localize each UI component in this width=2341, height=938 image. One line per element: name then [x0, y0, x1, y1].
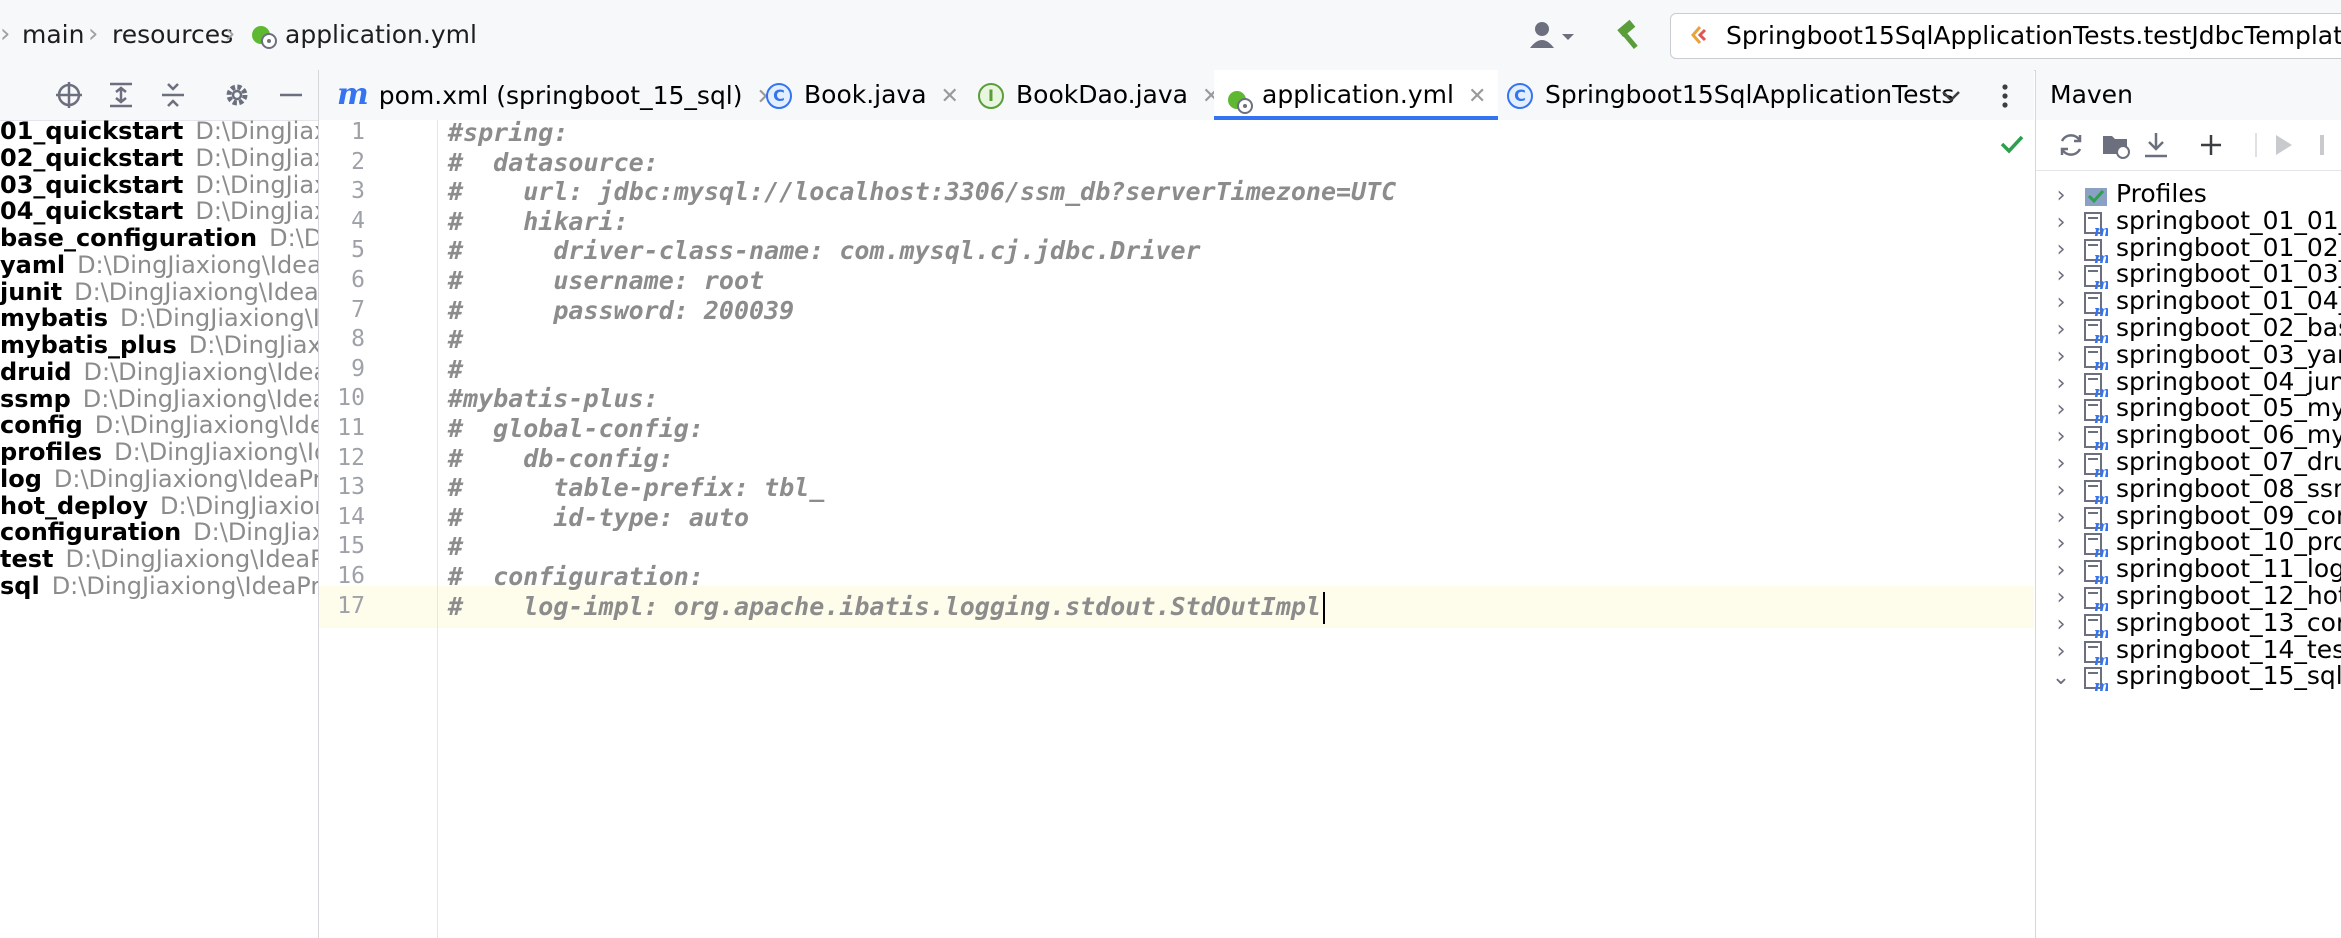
class-icon: C [766, 83, 792, 109]
code-line[interactable]: # global-config: [448, 414, 704, 444]
maven-project-item[interactable]: ⌄ m springboot_15_sql [2036, 656, 2341, 696]
tab-label: pom.xml (springboot_15_sql) [378, 81, 743, 110]
text-caret [1322, 591, 1325, 624]
line-number: 17 [337, 592, 365, 619]
expand-all-icon[interactable] [106, 80, 136, 110]
project-tree-item[interactable]: sql D:\DingJiaxiong\IdeaProjects [0, 566, 318, 606]
line-number: 11 [337, 415, 365, 441]
module-path: D:\DingJiaxiong\IdeaProjects [51, 571, 318, 600]
download-icon[interactable] [2141, 130, 2171, 160]
project-panel: 01_quickstartD:\DingJiaxiong\IdeaProject… [0, 70, 319, 938]
code-line[interactable]: #spring: [448, 118, 568, 148]
more-options-icon[interactable] [1997, 82, 2013, 110]
add-icon[interactable] [2196, 130, 2226, 160]
yaml-file-icon [1226, 82, 1254, 114]
tab-label: Springboot15SqlApplicationTests [1545, 80, 1955, 109]
tab-label: Book.java [804, 80, 927, 109]
code-line[interactable]: # db-config: [448, 444, 674, 474]
line-number: 1 [351, 119, 365, 145]
user-vcs-icon[interactable] [1528, 20, 1580, 50]
breadcrumb-main[interactable]: main [22, 0, 84, 70]
minimize-icon[interactable] [276, 80, 306, 110]
line-number: 10 [337, 385, 365, 412]
code-line[interactable]: # table-prefix: tbl_ [448, 473, 824, 503]
code-line[interactable]: # url: jdbc:mysql://localhost:3306/ssm_d… [448, 177, 1396, 207]
junit-icon [1687, 22, 1713, 48]
breadcrumb-resources[interactable]: resources [112, 0, 233, 70]
divider [2241, 130, 2271, 160]
line-number: 9 [351, 355, 365, 382]
line-number: 2 [351, 148, 365, 175]
navigation-bar: › main › resources › application.yml Spr… [0, 0, 2341, 71]
line-number: 8 [351, 326, 365, 353]
build-hammer-icon[interactable] [1612, 18, 1646, 52]
chevron-right-icon: › [0, 19, 11, 49]
line-number-gutter: 1 2 3 4 5 6 7 8 9 10 11 12 13 14 15 16 17 [319, 119, 438, 938]
code-line[interactable]: # password: 200039 [448, 296, 794, 326]
code-line[interactable]: #mybatis-plus: [448, 384, 659, 414]
maven-module-icon: m [2084, 664, 2110, 695]
code-line[interactable]: # username: root [448, 266, 764, 296]
line-number: 12 [337, 444, 365, 471]
line-number: 7 [351, 296, 365, 323]
code-line[interactable]: # driver-class-name: com.mysql.cj.jdbc.D… [448, 236, 1201, 266]
test-class-icon: C [1507, 83, 1533, 109]
tab-pom-xml[interactable]: mpom.xml (springboot_15_sql)✕ [337, 70, 775, 120]
tab-label: BookDao.java [1016, 80, 1188, 109]
line-number: 16 [337, 563, 365, 589]
svg-text:m: m [2094, 677, 2108, 692]
yaml-file-icon [250, 22, 278, 50]
line-number: 3 [351, 178, 365, 205]
tab-application-yml[interactable]: application.yml ✕ [1214, 70, 1499, 120]
code-editor[interactable]: #spring: # datasource: # url: jdbc:mysql:/… [438, 118, 2034, 938]
line-number: 15 [337, 533, 365, 560]
tab-springboot15-tests[interactable]: C Springboot15SqlApplicationTests [1507, 70, 1977, 120]
tab-label: application.yml [1262, 80, 1454, 109]
code-line[interactable]: # [448, 325, 463, 355]
close-icon[interactable]: ✕ [1468, 84, 1486, 109]
chevron-down-icon[interactable]: ⌄ [2046, 658, 2076, 696]
line-number: 4 [351, 207, 365, 234]
module-name: sql [0, 571, 40, 600]
line-number: 13 [337, 474, 365, 501]
run-configuration-selector[interactable]: Springboot15SqlApplicationTests.testJdbc… [1670, 13, 2341, 59]
locate-target-icon[interactable] [54, 80, 84, 110]
chevron-right-icon: › [225, 19, 236, 49]
maven-toolbar [2036, 120, 2341, 171]
maven-m-icon: m [337, 77, 369, 112]
chevron-down-icon[interactable] [1939, 84, 1963, 108]
folder-reload-icon[interactable] [2101, 130, 2131, 160]
code-line[interactable]: # [448, 532, 463, 562]
tab-book-java[interactable]: C Book.java ✕ [766, 70, 959, 120]
gear-icon[interactable] [222, 80, 252, 110]
code-line[interactable]: # log-impl: org.apache.ibatis.logging.st… [448, 591, 1325, 624]
chevron-right-icon: › [88, 19, 99, 49]
code-line[interactable]: # datasource: [448, 148, 659, 178]
interface-icon: I [978, 83, 1004, 109]
run-icon[interactable] [2268, 130, 2298, 160]
line-number: 6 [351, 267, 365, 293]
check-icon [1998, 130, 2026, 158]
close-icon[interactable]: ✕ [941, 84, 959, 109]
editor-tab-bar: m pom.xml (springboot_15_sql) ✕ C Book.java… [319, 70, 2034, 121]
tab-bookdao-java[interactable]: I BookDao.java ✕ [978, 70, 1220, 120]
collapse-all-icon[interactable] [158, 80, 188, 110]
more-toolbar-icon[interactable] [2316, 130, 2341, 160]
maven-item-label: springboot_15_sql [2116, 661, 2341, 691]
reload-icon[interactable] [2056, 130, 2086, 160]
code-line[interactable]: # id-type: auto [448, 503, 749, 533]
run-configuration-label: Springboot15SqlApplicationTests.testJdbc… [1726, 21, 2341, 50]
code-line[interactable]: # configuration: [448, 562, 704, 592]
maven-panel: Maven ›Profiles›mspringboot_01_01_quicks… [2035, 70, 2341, 938]
code-line[interactable]: # [448, 355, 463, 385]
code-line[interactable]: # hikari: [448, 207, 629, 237]
maven-title: Maven [2036, 70, 2341, 120]
breadcrumb-file[interactable]: application.yml [285, 0, 477, 70]
line-number: 14 [337, 503, 365, 530]
line-number: 5 [351, 237, 365, 264]
